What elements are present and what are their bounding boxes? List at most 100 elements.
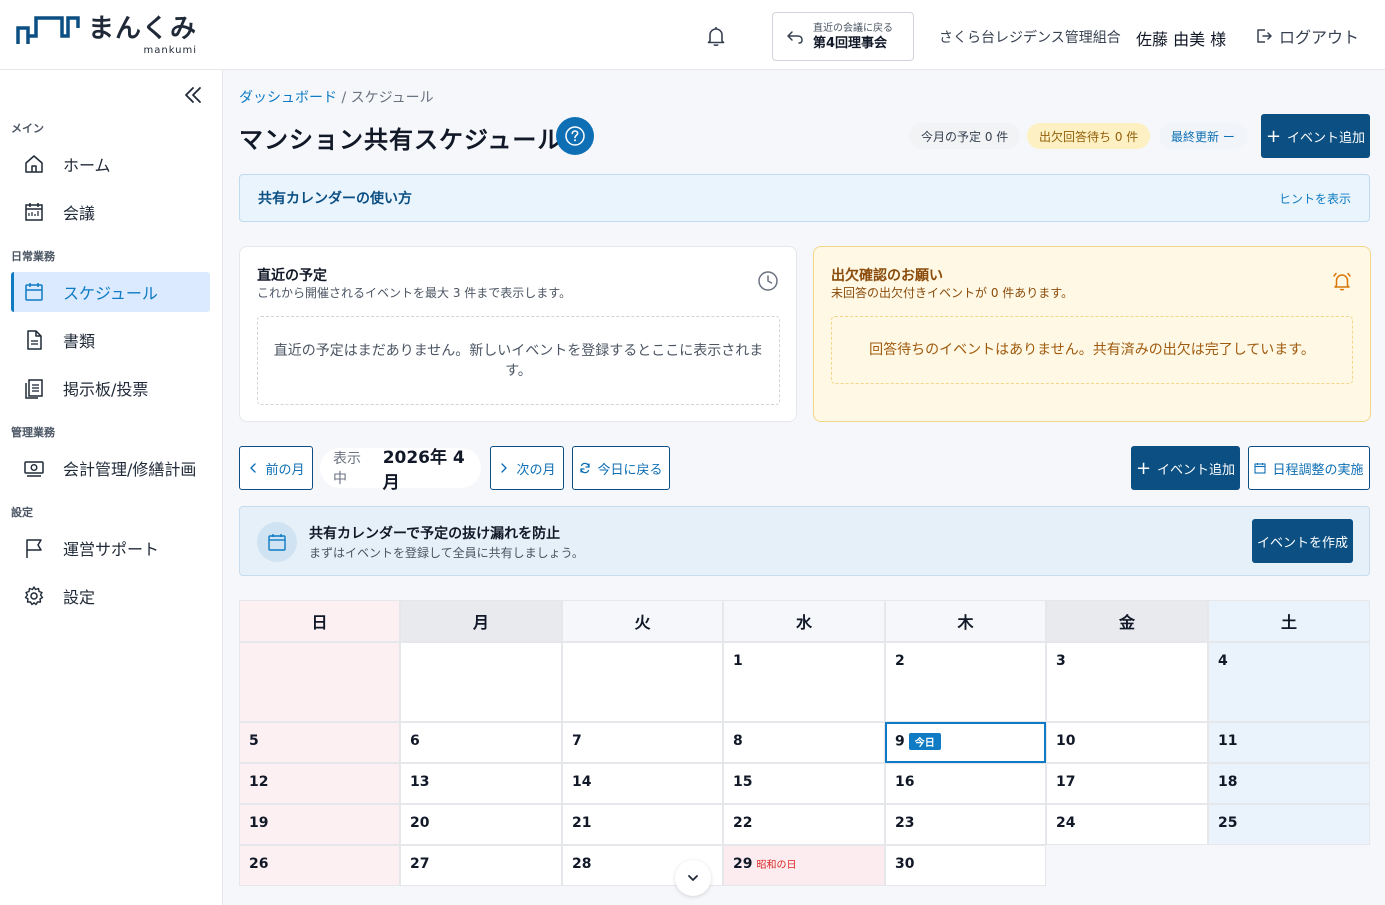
calendar-day-16[interactable]: 16 bbox=[885, 763, 1046, 804]
day-number: 17 bbox=[1056, 774, 1076, 790]
calendar-day-11[interactable]: 11 bbox=[1208, 722, 1370, 763]
sidebar: メイン ホーム 会議 日常業務 スケジュール 書類 掲示板/投票 管理業務 会計… bbox=[0, 70, 223, 905]
day-number: 29 bbox=[733, 856, 753, 872]
day-number: 7 bbox=[572, 733, 582, 749]
recent-meeting-name: 第4回理事会 bbox=[813, 35, 888, 51]
calendar-day-22[interactable]: 22 bbox=[723, 804, 885, 845]
notification-bell-icon[interactable] bbox=[704, 24, 728, 48]
calendar-day-7[interactable]: 7 bbox=[562, 722, 723, 763]
day-number: 8 bbox=[733, 733, 743, 749]
sidebar-item-schedule[interactable]: スケジュール bbox=[11, 272, 210, 312]
calendar-day-12[interactable]: 12 bbox=[239, 763, 400, 804]
scroll-down-button[interactable] bbox=[675, 860, 711, 896]
breadcrumb-current: スケジュール bbox=[350, 90, 434, 106]
day-number: 9 bbox=[895, 733, 905, 750]
calendar-day-1[interactable]: 1 bbox=[723, 642, 885, 722]
calendar-day-3[interactable]: 3 bbox=[1046, 642, 1208, 722]
calendar-day-14[interactable]: 14 bbox=[562, 763, 723, 804]
sidebar-item-support[interactable]: 運営サポート bbox=[11, 528, 210, 568]
logout-icon bbox=[1257, 29, 1272, 43]
schedule-adjust-label: 日程調整の実施 bbox=[1272, 462, 1364, 478]
help-button[interactable] bbox=[556, 117, 594, 155]
section-label-admin: 管理業務 bbox=[11, 426, 55, 439]
calendar-day-empty bbox=[562, 642, 723, 722]
calendar-day-10[interactable]: 10 bbox=[1046, 722, 1208, 763]
day-number: 13 bbox=[410, 774, 430, 790]
sidebar-item-documents[interactable]: 書類 bbox=[11, 320, 210, 360]
calendar-day-5[interactable]: 5 bbox=[239, 722, 400, 763]
current-month-caption: 表示中 bbox=[333, 451, 361, 487]
sidebar-item-label: 運営サポート bbox=[63, 540, 160, 559]
calendar-day-empty bbox=[239, 642, 400, 722]
today-label: 今日に戻る bbox=[597, 462, 663, 478]
schedule-adjust-button[interactable]: 日程調整の実施 bbox=[1248, 446, 1370, 490]
calendar-day-27[interactable]: 27 bbox=[400, 845, 562, 886]
calendar-icon bbox=[25, 203, 43, 221]
day-number: 6 bbox=[410, 733, 420, 749]
breadcrumb-home-link[interactable]: ダッシュボード bbox=[239, 90, 337, 106]
recent-meeting-button[interactable]: 直近の会議に戻る 第4回理事会 bbox=[772, 12, 914, 61]
sidebar-item-accounting[interactable]: 会計管理/修繕計画 bbox=[11, 448, 210, 488]
sidebar-item-meeting[interactable]: 会議 bbox=[11, 192, 210, 232]
sidebar-item-board[interactable]: 掲示板/投票 bbox=[11, 368, 210, 408]
calendar-day-26[interactable]: 26 bbox=[239, 845, 400, 886]
attendance-empty-message: 回答待ちのイベントはありません。共有済みの出欠は完了しています。 bbox=[831, 316, 1353, 384]
day-number: 3 bbox=[1056, 653, 1066, 669]
alarm-bell-icon bbox=[1333, 272, 1351, 291]
day-number: 26 bbox=[249, 856, 269, 872]
add-event-button-secondary[interactable]: + イベント追加 bbox=[1131, 446, 1240, 490]
calendar-day-23[interactable]: 23 bbox=[885, 804, 1046, 845]
calendar-day-18[interactable]: 18 bbox=[1208, 763, 1370, 804]
day-number: 5 bbox=[249, 733, 259, 749]
sidebar-item-settings[interactable]: 設定 bbox=[11, 576, 210, 616]
breadcrumb: ダッシュボード / スケジュール bbox=[239, 87, 434, 107]
logout-button[interactable]: ログアウト bbox=[1254, 24, 1359, 48]
calendar-day-21[interactable]: 21 bbox=[562, 804, 723, 845]
prev-month-button[interactable]: 前の月 bbox=[239, 446, 313, 490]
calendar-icon bbox=[1254, 463, 1267, 474]
create-event-button[interactable]: イベントを作成 bbox=[1252, 519, 1353, 563]
calendar-day-19[interactable]: 19 bbox=[239, 804, 400, 845]
calendar-day-17[interactable]: 17 bbox=[1046, 763, 1208, 804]
calendar-day-29[interactable]: 29 昭和の日 bbox=[723, 845, 885, 886]
show-hint-link[interactable]: ヒントを表示 bbox=[1279, 190, 1351, 207]
chevron-right-icon bbox=[501, 463, 508, 473]
sidebar-item-label: 書類 bbox=[63, 332, 96, 351]
refresh-icon bbox=[580, 462, 591, 474]
calendar-day-25[interactable]: 25 bbox=[1208, 804, 1370, 845]
sidebar-item-home[interactable]: ホーム bbox=[11, 144, 210, 184]
day-number: 15 bbox=[733, 774, 753, 790]
calendar-day-13[interactable]: 13 bbox=[400, 763, 562, 804]
app-logo[interactable]: まんくみ mankumi bbox=[16, 14, 197, 56]
chevron-down-icon bbox=[688, 875, 698, 881]
clock-icon bbox=[758, 271, 778, 291]
home-icon bbox=[25, 155, 43, 173]
prev-month-label: 前の月 bbox=[265, 462, 305, 478]
user-name: 佐藤 由美 様 bbox=[1136, 30, 1227, 49]
calendar-day-2[interactable]: 2 bbox=[885, 642, 1046, 722]
attendance-title: 出欠確認のお願い bbox=[831, 268, 943, 284]
day-number: 25 bbox=[1218, 815, 1238, 831]
calendar-day-6[interactable]: 6 bbox=[400, 722, 562, 763]
question-icon bbox=[565, 126, 585, 146]
calendar-day-empty bbox=[400, 642, 562, 722]
day-number: 4 bbox=[1218, 653, 1228, 669]
calendar-day-20[interactable]: 20 bbox=[400, 804, 562, 845]
calendar-day-9[interactable]: 9 今日 bbox=[885, 722, 1046, 763]
day-number: 28 bbox=[572, 856, 592, 872]
day-number: 27 bbox=[410, 856, 430, 872]
calendar-day-24[interactable]: 24 bbox=[1046, 804, 1208, 845]
section-label-daily: 日常業務 bbox=[11, 250, 55, 263]
weekday-header: 金 bbox=[1046, 600, 1208, 642]
today-button[interactable]: 今日に戻る bbox=[572, 446, 670, 490]
next-month-button[interactable]: 次の月 bbox=[490, 446, 564, 490]
calendar-day-15[interactable]: 15 bbox=[723, 763, 885, 804]
day-number: 18 bbox=[1218, 774, 1238, 790]
sidebar-item-label: ホーム bbox=[63, 156, 111, 175]
add-event-button[interactable]: + イベント追加 bbox=[1261, 114, 1370, 158]
calendar-day-30[interactable]: 30 bbox=[885, 845, 1046, 886]
calendar-day-4[interactable]: 4 bbox=[1208, 642, 1370, 722]
clipboard-icon bbox=[25, 379, 43, 399]
calendar-day-8[interactable]: 8 bbox=[723, 722, 885, 763]
collapse-sidebar-icon[interactable] bbox=[182, 84, 204, 106]
